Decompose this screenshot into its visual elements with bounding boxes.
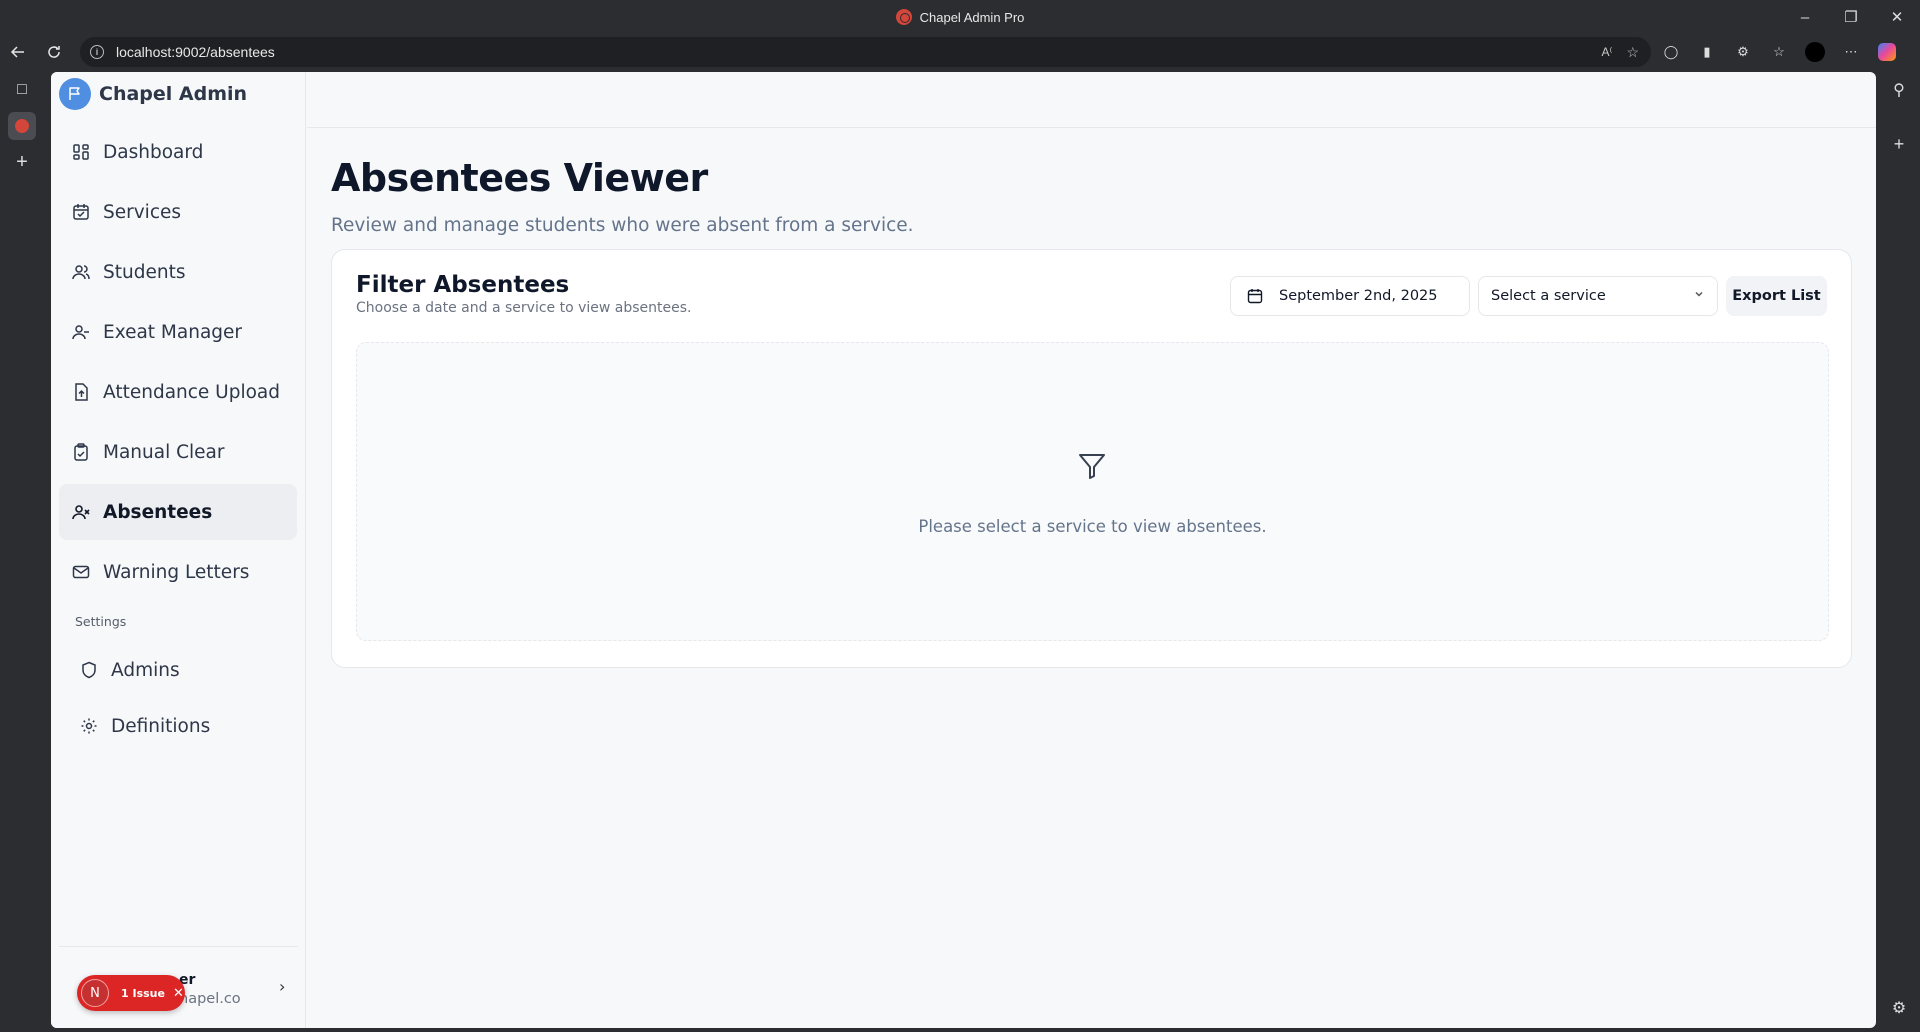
sidebar-item-attendance-upload[interactable]: Attendance Upload [59,364,297,420]
sidebar-item-label: Dashboard [103,141,204,163]
shield-icon [79,660,99,680]
restore-icon[interactable]: ❐ [1828,0,1874,34]
window-controls: – ❐ ✕ [1782,0,1920,34]
filter-funnel-icon [1077,451,1107,485]
service-select[interactable]: Select a service [1478,276,1718,316]
tab-actions-icon[interactable]: □ [0,72,44,108]
browser-navbar: i localhost:9002/absentees A⁽ ☆ ◯ ▮ ⚙ ☆ … [0,34,1920,70]
read-aloud-icon[interactable]: A⁽ [1601,45,1612,59]
users-icon [71,262,91,282]
address-url: localhost:9002/absentees [116,44,275,60]
user-x-icon [71,502,91,522]
date-value: September 2nd, 2025 [1279,288,1438,304]
issue-count-label: 1 Issue [121,986,165,1000]
date-picker-button[interactable]: September 2nd, 2025 [1230,276,1470,316]
sidebar-item-label: Attendance Upload [103,381,281,403]
browser-right-rail: ⚲ + ⚙ [1878,72,1920,1032]
settings-heading: Settings [75,614,127,629]
page-viewport: Chapel Admin Dashboard Services Students [51,72,1876,1028]
file-upload-icon [71,382,91,402]
reload-icon[interactable] [36,34,72,70]
sidebar-item-label: Definitions [111,715,211,737]
sidebar-item-absentees[interactable]: Absentees [59,484,297,540]
sidebar-item-label: Services [103,201,182,223]
brand[interactable]: Chapel Admin [51,72,305,116]
export-list-button[interactable]: Export List [1726,276,1827,316]
mail-icon [71,562,91,582]
dashboard-icon [71,142,91,162]
back-arrow-icon[interactable] [0,34,36,70]
site-info-icon[interactable]: i [90,45,104,59]
favorite-star-icon[interactable]: ☆ [1626,44,1639,61]
profile-avatar-icon[interactable] [1804,41,1826,63]
sidebar-item-services[interactable]: Services [59,184,297,240]
sidebar-search-icon[interactable]: ⚲ [1878,72,1920,108]
new-tab-icon[interactable]: + [0,144,44,180]
minimize-icon[interactable]: – [1782,0,1828,34]
extension-w-icon[interactable]: ◯ [1660,41,1682,63]
calendar-icon [71,202,91,222]
brand-name: Chapel Admin [99,83,248,105]
calendar-icon [1247,288,1263,304]
page-subtitle: Review and manage students who were abse… [331,215,914,236]
issue-avatar: N [81,979,109,1007]
chevron-down-icon [1693,288,1705,304]
app-sidebar: Chapel Admin Dashboard Services Students [51,72,306,1028]
sidebar-item-dashboard[interactable]: Dashboard [59,124,297,180]
sidebar-add-icon[interactable]: + [1878,126,1920,162]
browser-titlebar: Chapel Admin Pro – ❐ ✕ [0,0,1920,34]
main-content: Absentees Viewer Review and manage stude… [307,128,1876,1028]
browser-toolbar: ◯ ▮ ⚙ ☆ ⋯ [1660,34,1898,70]
sidebar-item-manual-clear[interactable]: Manual Clear [59,424,297,480]
browser-left-rail: □ + [0,72,44,1032]
clipboard-check-icon [71,442,91,462]
sidebar-item-students[interactable]: Students [59,244,297,300]
sidebar-item-label: Absentees [103,501,213,523]
close-window-icon[interactable]: ✕ [1874,0,1920,34]
chevron-right-icon: › [279,977,286,996]
user-email: hapel.co [179,991,241,1007]
favorites-icon[interactable]: ☆ [1768,41,1790,63]
card-title: Filter Absentees [356,272,570,298]
sidebar-item-label: Exeat Manager [103,321,243,343]
copilot-icon[interactable] [1876,41,1898,63]
sidebar-settings-icon[interactable]: ⚙ [1878,990,1920,1026]
empty-message: Please select a service to view absentee… [918,517,1267,536]
more-menu-icon[interactable]: ⋯ [1840,41,1862,63]
sidebar-item-label: Admins [111,659,180,681]
active-tab-favicon[interactable] [0,108,44,144]
sidebar-item-admins[interactable]: Admins [59,644,297,696]
close-icon[interactable]: ✕ [173,986,184,1001]
extension-book-icon[interactable]: ▮ [1696,41,1718,63]
issues-badge[interactable]: N 1 Issue ✕ [77,975,185,1011]
sidebar-item-definitions[interactable]: Definitions [59,700,297,752]
sidebar-item-label: Manual Clear [103,441,225,463]
empty-state: Please select a service to view absentee… [356,342,1829,641]
gear-icon [79,716,99,736]
filter-card: Filter Absentees Choose a date and a ser… [331,249,1852,668]
main-nav: Dashboard Services Students Exeat Manage… [51,124,305,600]
sidebar-item-exeat-manager[interactable]: Exeat Manager [59,304,297,360]
address-bar[interactable]: i localhost:9002/absentees A⁽ ☆ [80,37,1651,67]
user-menu[interactable]: er hapel.co › N 1 Issue ✕ [59,946,298,1028]
app-favicon-icon [895,9,912,25]
flag-logo-icon [59,78,91,110]
extensions-puzzle-icon[interactable]: ⚙ [1732,41,1754,63]
filter-controls: September 2nd, 2025 Select a service Exp… [1230,276,1827,316]
sidebar-item-warning-letters[interactable]: Warning Letters [59,544,297,600]
user-minus-icon [71,322,91,342]
settings-nav: Admins Definitions [51,644,305,752]
service-select-value: Select a service [1491,288,1606,304]
page-title: Absentees Viewer [331,156,708,200]
sidebar-item-label: Students [103,261,186,283]
sidebar-item-label: Warning Letters [103,561,250,583]
window-title: Chapel Admin Pro [919,9,1025,25]
card-description: Choose a date and a service to view abse… [356,300,692,316]
app-topbar [307,72,1876,128]
